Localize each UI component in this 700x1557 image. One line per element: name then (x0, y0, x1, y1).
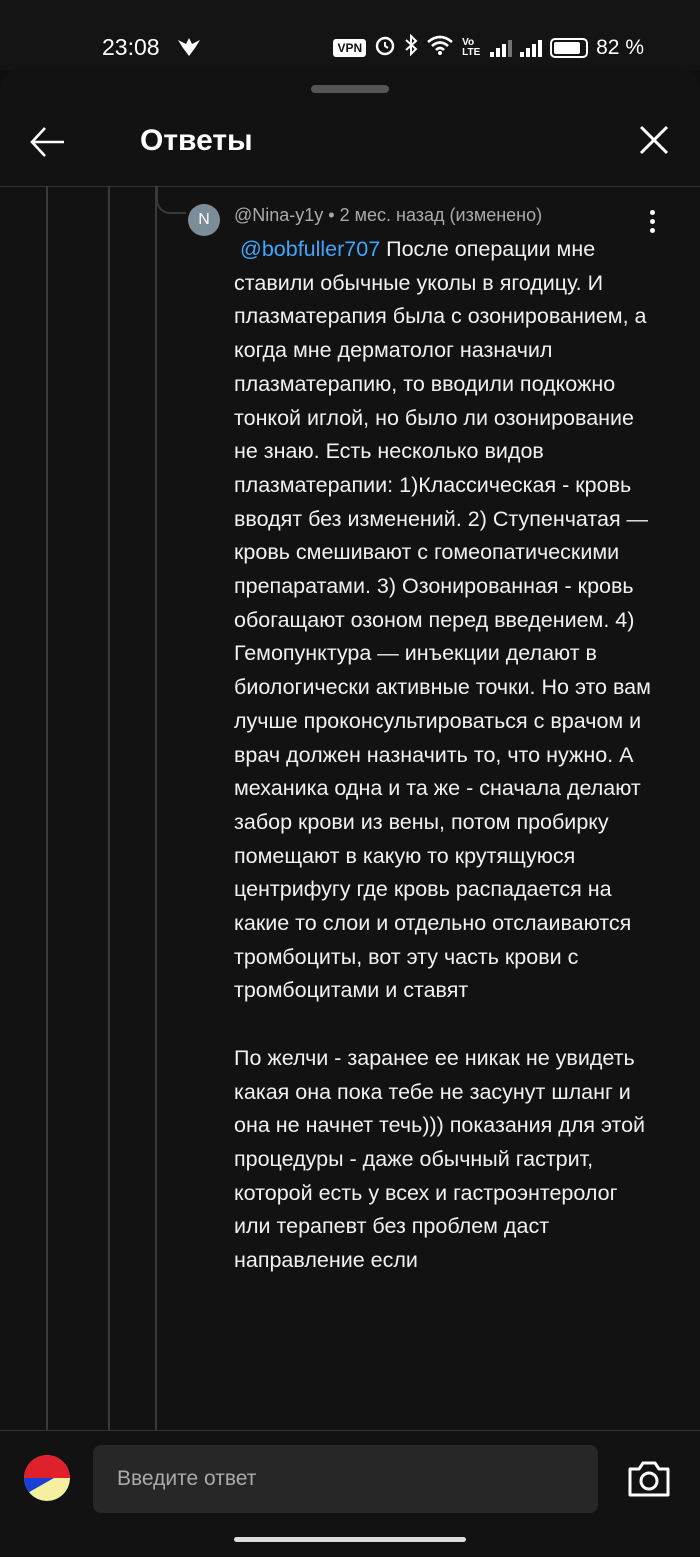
battery-icon (550, 38, 589, 58)
drag-handle[interactable] (311, 85, 389, 93)
signal-icon-2 (520, 39, 543, 57)
thread-line (155, 186, 157, 1430)
volte-label: Vo LTE (462, 37, 481, 58)
avatar[interactable]: N (188, 204, 220, 236)
thread-connector (156, 186, 186, 214)
comment-text-part1: После операции мне ставили обычные уколы… (234, 237, 651, 1003)
camera-icon[interactable] (626, 1459, 672, 1499)
vpn-icon: VPN (333, 39, 367, 57)
status-bar: 23:08 VPN Vo LTE 82 % (0, 0, 700, 70)
bluetooth-icon (404, 33, 418, 62)
status-icons: VPN Vo LTE 82 % (333, 33, 644, 62)
notification-eagle-icon (176, 36, 202, 64)
thread-line (108, 186, 110, 1430)
page-title: Ответы (140, 124, 253, 157)
comment-text: @bobfuller707 После операции мне ставили… (234, 233, 654, 1278)
battery-percent: 82 % (596, 36, 644, 59)
replies-sheet: Ответы N @Nina-y1y • 2 мес. назад (измен… (0, 68, 700, 1556)
reply-composer (0, 1430, 700, 1557)
comment-text-part2: По желчи - заранее ее никак не увидеть к… (234, 1045, 646, 1273)
mention-link[interactable]: @bobfuller707 (240, 237, 380, 261)
signal-icon-1 (490, 39, 513, 57)
comment-meta: @Nina-y1y • 2 мес. назад (изменено) (234, 205, 542, 226)
close-icon[interactable] (636, 122, 672, 158)
wifi-icon (426, 34, 454, 62)
back-arrow-icon[interactable] (28, 122, 68, 162)
user-avatar[interactable] (24, 1455, 70, 1501)
thread-line (46, 186, 48, 1430)
status-time: 23:08 (102, 34, 160, 60)
reply-input[interactable] (93, 1445, 598, 1513)
gesture-navigation-bar[interactable] (234, 1537, 466, 1542)
comment-time: • 2 мес. назад (изменено) (323, 205, 543, 225)
alarm-icon (374, 34, 396, 62)
sheet-header: Ответы (0, 108, 700, 187)
comment-author[interactable]: @Nina-y1y (234, 205, 323, 225)
